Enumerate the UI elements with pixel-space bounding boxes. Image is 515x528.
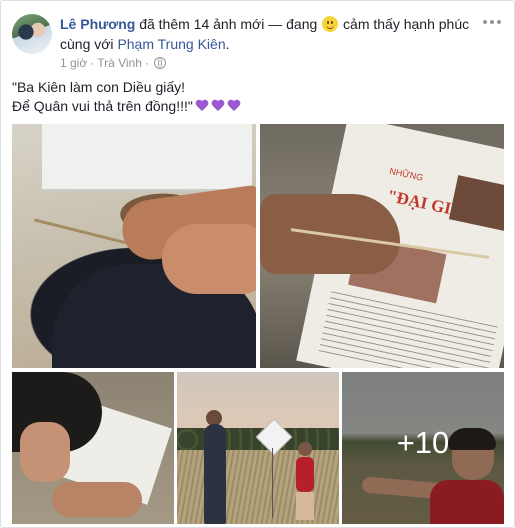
ellipsis-icon[interactable] <box>482 15 502 29</box>
post-text-line-2: Để Quân vui thả trên đồng!!!" <box>12 98 193 114</box>
period: . <box>225 36 230 52</box>
photo-4-kid-head <box>298 442 312 456</box>
purple-heart-icon <box>195 99 209 113</box>
more-photos-overlay[interactable]: +10 <box>342 372 504 524</box>
purple-hearts <box>195 99 241 113</box>
photo-4-field <box>177 450 339 524</box>
photo-2-newspaper-text <box>317 291 498 368</box>
smile-emoji-icon <box>322 16 339 32</box>
post-action: đã thêm 14 ảnh mới — đang <box>139 16 318 32</box>
author-avatar[interactable] <box>12 14 52 54</box>
photo-3-face <box>20 422 70 482</box>
photo-2-newspaper-small: NHỮNG <box>388 165 425 183</box>
photo-1[interactable] <box>12 124 256 368</box>
author-name[interactable]: Lê Phương <box>60 16 135 32</box>
photo-4-kid <box>296 457 314 492</box>
post-text: "Ba Kiên làm con Diều giấy! Để Quân vui … <box>12 78 492 116</box>
photo-4-kid-legs <box>296 492 314 520</box>
meta-separator-2: · <box>144 56 149 70</box>
purple-heart-icon <box>211 99 225 113</box>
meta-separator: · <box>90 56 95 70</box>
photo-5[interactable]: +10 <box>342 372 504 524</box>
photo-4[interactable] <box>177 372 339 524</box>
photo-2[interactable]: NHỮNG "ĐẠI GIA ĐÌNH" <box>260 124 504 368</box>
with-prefix: cùng với <box>60 36 114 52</box>
more-photos-count: +10 <box>396 425 450 460</box>
feeling-text: cảm thấy hạnh phúc <box>343 16 470 32</box>
post-meta: 1 giờ · Trà Vinh · <box>60 56 166 70</box>
post-text-line-1: "Ba Kiên làm con Diều giấy! <box>12 79 186 95</box>
photo-2-newspaper-image <box>448 175 504 233</box>
post-location[interactable]: Trà Vinh <box>97 56 142 70</box>
post-time[interactable]: 1 giờ <box>60 56 87 70</box>
post-header: Lê Phương đã thêm 14 ảnh mới — đang cảm … <box>60 14 480 54</box>
purple-heart-icon <box>227 99 241 113</box>
photo-1-hand <box>162 224 256 294</box>
photo-3-arm <box>52 482 142 517</box>
photo-4-kite-string <box>272 448 273 518</box>
tagged-person[interactable]: Phạm Trung Kiên <box>117 36 225 52</box>
globe-icon[interactable] <box>153 57 166 69</box>
photo-3[interactable] <box>12 372 174 524</box>
photo-4-man <box>204 424 226 524</box>
post-card: Lê Phương đã thêm 14 ảnh mới — đang cảm … <box>0 0 515 528</box>
photo-1-door <box>42 124 252 191</box>
